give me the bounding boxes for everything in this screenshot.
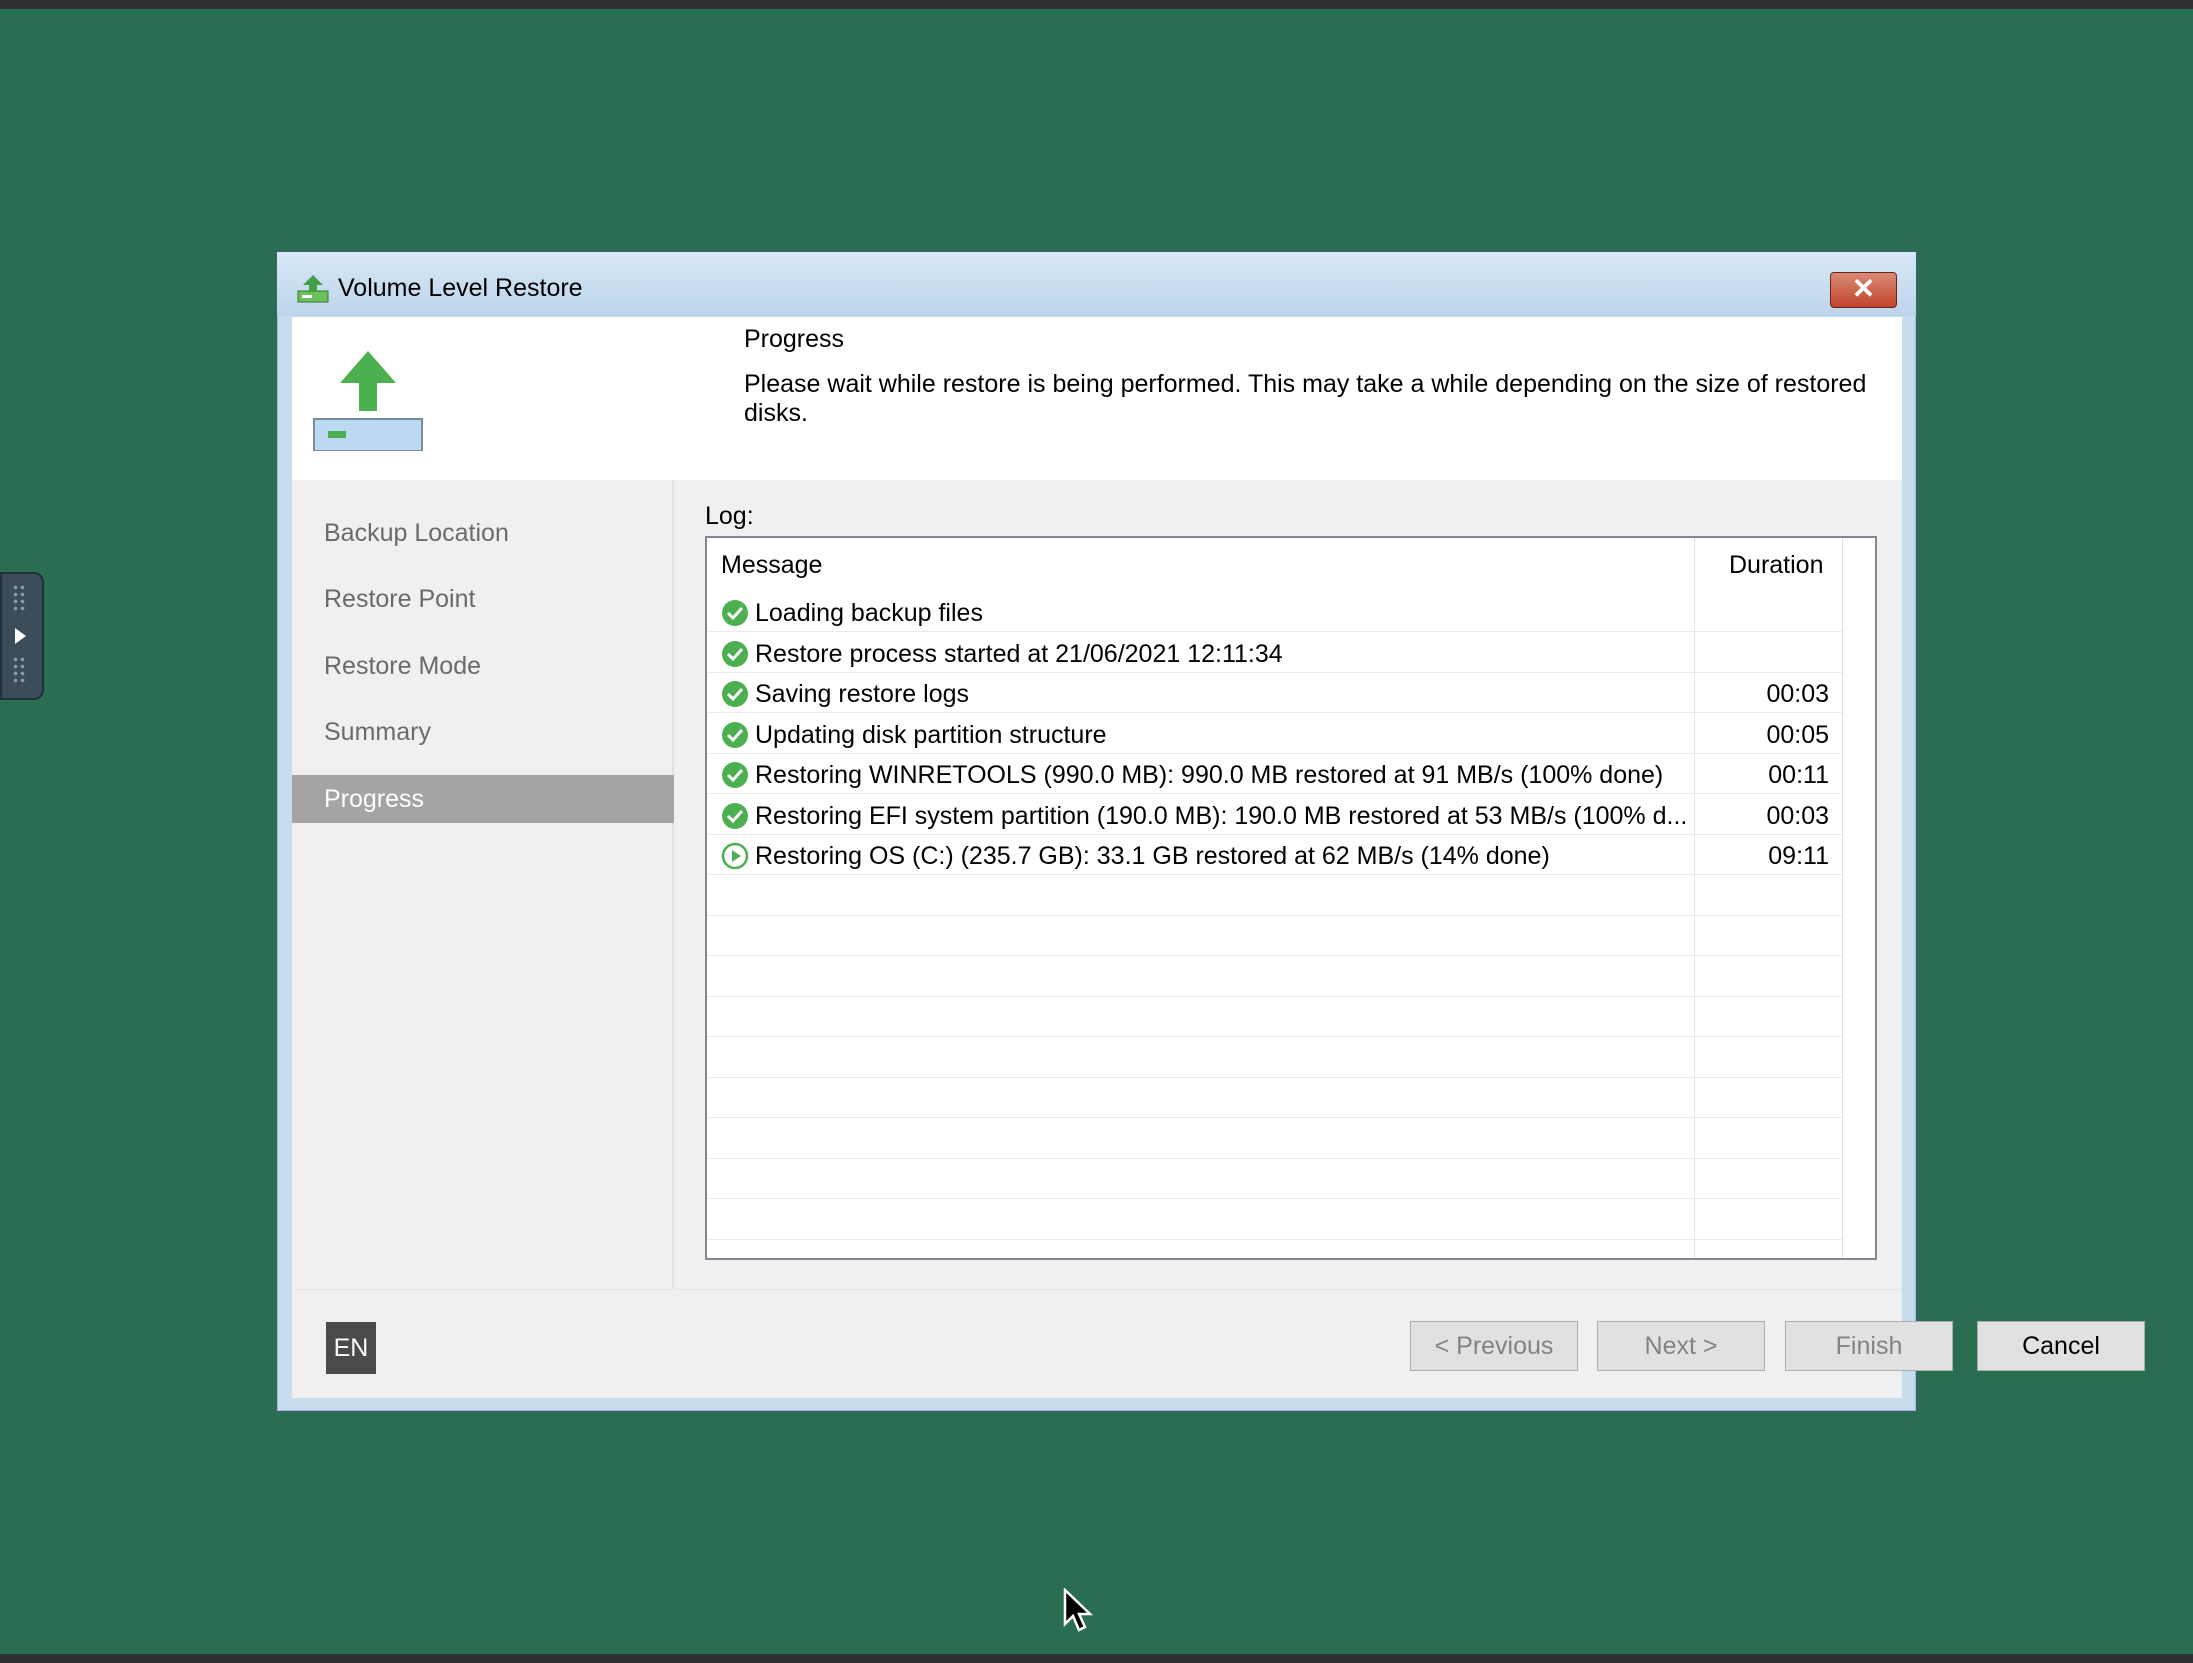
play-circle-icon [721,842,749,870]
step-description: Please wait while restore is being perfo… [744,370,1867,427]
column-header-message[interactable]: Message [721,551,822,580]
table-row [707,1038,1842,1078]
table-row [707,916,1842,956]
grip-dots-icon [12,584,26,614]
previous-button[interactable]: < Previous [1410,1321,1578,1371]
log-message: Restoring OS (C:) (235.7 GB): 33.1 GB re… [755,842,1550,870]
check-circle-icon [722,600,748,626]
table-row [707,957,1842,997]
table-row [707,1119,1842,1159]
table-row[interactable]: Restoring EFI system partition (190.0 MB… [707,795,1842,835]
wizard-steps-nav: Backup Location Restore Point Restore Mo… [292,480,674,1289]
nav-item-restore-point[interactable]: Restore Point [292,575,674,623]
log-duration: 00:03 [1766,801,1829,830]
restore-upload-icon [313,351,423,451]
play-icon [15,628,26,644]
check-circle-icon [722,681,748,707]
log-message: Restoring WINRETOOLS (990.0 MB): 990.0 M… [755,761,1664,789]
log-grid[interactable]: Message Duration Loading backup files Res… [705,536,1877,1260]
bottom-bar [0,1654,2193,1663]
log-grid-header: Message Duration [707,538,1875,592]
finish-button[interactable]: Finish [1785,1321,1953,1371]
table-row [707,1078,1842,1118]
log-duration: 00:05 [1766,720,1829,749]
step-title: Progress [744,325,845,353]
grip-dots-icon [12,656,26,686]
table-row [707,1200,1842,1240]
check-circle-icon [722,721,748,748]
cancel-button[interactable]: Cancel [1977,1321,2145,1371]
table-row[interactable]: Saving restore logs 00:03 [707,673,1842,713]
language-indicator[interactable]: EN [326,1322,376,1374]
table-row[interactable]: Restoring OS (C:) (235.7 GB): 33.1 GB re… [707,835,1842,875]
top-bar [0,0,2193,9]
table-row[interactable]: Updating disk partition structure 00:05 [707,714,1842,754]
wizard-body: Backup Location Restore Point Restore Mo… [292,480,1902,1289]
table-row [707,1159,1842,1199]
table-row [707,997,1842,1037]
next-button[interactable]: Next > [1597,1321,1765,1371]
check-circle-icon [722,802,748,829]
log-duration: 00:03 [1766,680,1829,708]
wizard-header: Progress Please wait while restore is be… [292,317,1902,480]
log-message: Updating disk partition structure [755,720,1107,749]
side-panel-toggle[interactable] [0,572,44,700]
column-divider [1842,538,1843,1258]
check-circle-icon [722,640,748,667]
mouse-cursor-icon [1063,1588,1094,1632]
check-circle-icon [722,762,748,788]
column-header-duration[interactable]: Duration [1729,551,1824,580]
log-message: Loading backup files [755,599,983,627]
log-duration: 09:11 [1768,842,1829,870]
nav-item-restore-mode[interactable]: Restore Mode [292,642,674,690]
log-message: Saving restore logs [755,680,970,708]
restore-app-icon [297,275,329,303]
log-message: Restoring EFI system partition (190.0 MB… [755,801,1685,830]
window-title: Volume Level Restore [338,274,583,302]
restore-dialog: Volume Level Restore ✕ Progress Please w… [276,251,2145,1412]
nav-item-progress[interactable]: Progress [292,775,674,823]
title-bar[interactable]: Volume Level Restore ✕ [277,252,1916,316]
nav-item-summary[interactable]: Summary [292,708,674,756]
close-button[interactable]: ✕ [1830,272,1897,308]
table-row [707,876,1842,916]
table-row[interactable]: Restore process started at 21/06/2021 12… [707,633,1842,673]
wizard-footer: EN < Previous Next > Finish Cancel [292,1289,2145,1398]
log-duration: 00:11 [1768,761,1829,789]
nav-item-backup-location[interactable]: Backup Location [292,509,674,557]
table-row[interactable]: Restoring WINRETOOLS (990.0 MB): 990.0 M… [707,754,1842,794]
log-label: Log: [705,502,754,530]
log-message: Restore process started at 21/06/2021 12… [755,639,1283,668]
table-row[interactable]: Loading backup files [707,592,1842,632]
